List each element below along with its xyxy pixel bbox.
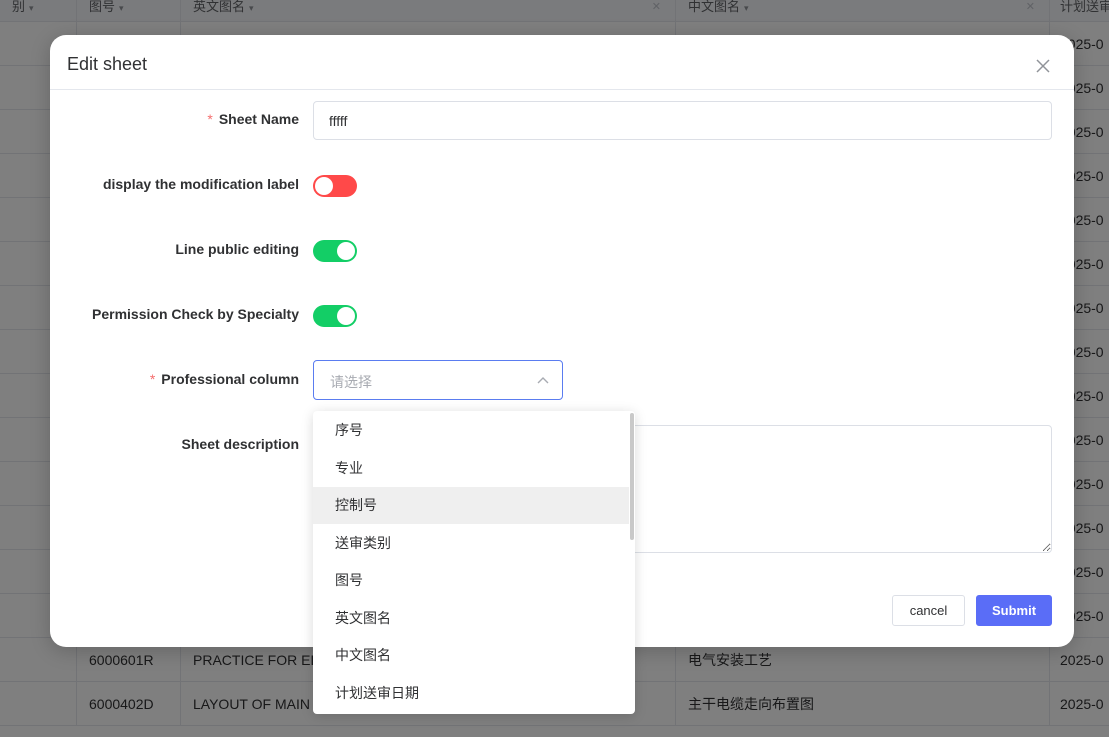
label-text: Professional column [161, 371, 299, 387]
dropdown-option[interactable]: 计划送审日期 [313, 675, 629, 712]
cancel-button[interactable]: cancel [892, 595, 965, 626]
submit-button[interactable]: Submit [976, 595, 1052, 626]
sheet-name-label: * Sheet Name [207, 111, 299, 127]
professional-column-select[interactable]: 请选择 [313, 360, 563, 400]
close-icon[interactable] [1034, 57, 1052, 75]
dropdown-option[interactable]: 中文图名 [313, 637, 629, 674]
required-asterisk: * [149, 371, 156, 387]
professional-column-dropdown: 计划送审日期 中文图名 英文图名 图号 送审类别 控制号 专业 序号 [313, 411, 635, 714]
required-asterisk: * [207, 111, 213, 127]
switch-knob [337, 307, 355, 325]
dropdown-option[interactable]: 控制号 [313, 487, 629, 524]
modification-label-label: display the modification label [102, 176, 299, 192]
line-public-editing-label: Line public editing [175, 241, 299, 257]
permission-check-switch[interactable] [313, 305, 357, 327]
switch-knob [315, 177, 333, 195]
modification-label-switch[interactable] [313, 175, 357, 197]
sheet-description-label: Sheet description [181, 436, 299, 452]
line-public-editing-switch[interactable] [313, 240, 357, 262]
dropdown-option[interactable]: 序号 [313, 412, 629, 449]
permission-check-label: Permission Check by Specialty [92, 306, 299, 322]
professional-column-label: * Professional column [150, 371, 299, 387]
dropdown-option[interactable]: 送审类别 [313, 525, 629, 562]
dropdown-option[interactable]: 英文图名 [313, 600, 629, 637]
dropdown-option[interactable]: 图号 [313, 562, 629, 599]
sheet-name-input[interactable] [313, 101, 1052, 140]
label-text: Sheet Name [218, 111, 299, 127]
dropdown-scrollbar[interactable] [630, 413, 634, 540]
dropdown-option[interactable]: 专业 [313, 450, 629, 487]
switch-knob [337, 242, 355, 260]
chevron-up-icon [537, 377, 549, 384]
dialog-title: Edit sheet [67, 54, 148, 74]
dialog-header: Edit sheet [50, 35, 1074, 90]
select-placeholder: 请选择 [330, 374, 372, 390]
